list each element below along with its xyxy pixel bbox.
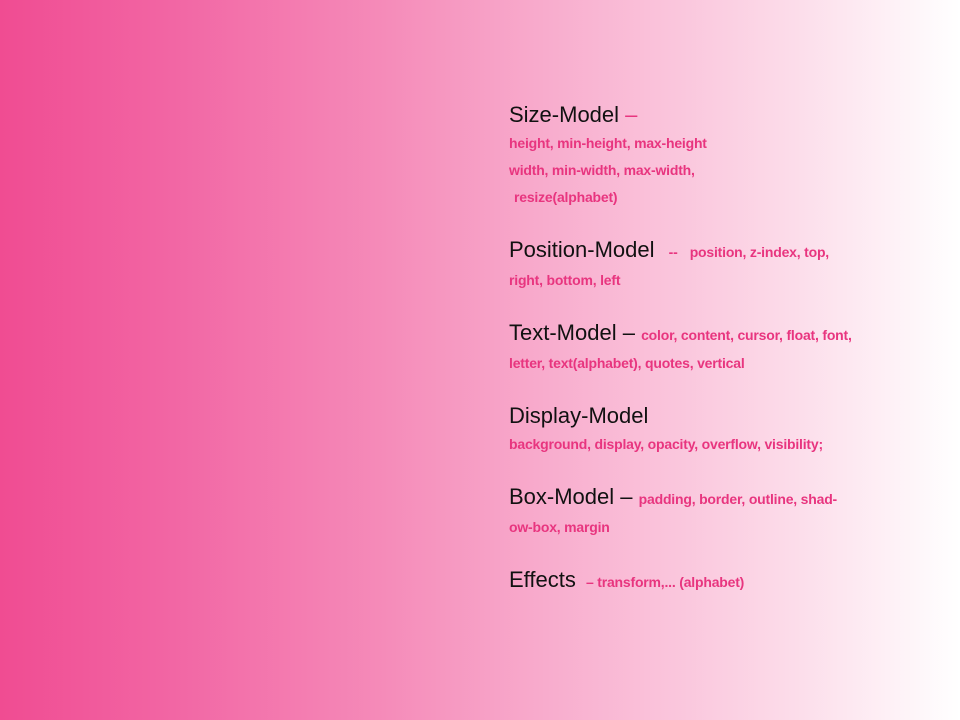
section-title: Size-Model [509,102,620,127]
section-line: background, display, opacity, overflow, … [509,436,823,452]
section-title: Box-Model [509,484,615,509]
section-effects: Effects – transform,... (alphabet) [509,565,949,597]
section-title: Position-Model [509,237,655,262]
section-size-model: Size-Model – height, min-height, max-hei… [509,100,949,211]
css-models-list: Size-Model – height, min-height, max-hei… [509,100,949,597]
section-dash: – [622,320,635,345]
section-box-model: Box-Model – padding, border, outline, sh… [509,482,949,541]
section-title: Effects [509,567,576,592]
section-display-model: Display-Model background, display, opaci… [509,401,949,458]
section-dash: – [625,102,638,127]
section-line: height, min-height, max-height [509,135,707,151]
section-inline-text: position, z-index, top, [689,244,829,260]
section-title: Display-Model [509,403,649,428]
section-inline-text: padding, border, outline, shad- [638,491,838,507]
section-line: letter, text(alphabet), quotes, vertical [509,355,745,371]
section-title: Text-Model [509,320,617,345]
section-position-model: Position-Model -- position, z-index, top… [509,235,949,294]
section-inline-text: – transform,... (alphabet) [585,574,745,590]
section-dash: – [620,484,633,509]
section-dash: -- [668,244,678,260]
section-line: right, bottom, left [509,272,621,288]
section-line: ow-box, margin [509,519,610,535]
section-line: resize(alphabet) [514,189,618,205]
section-text-model: Text-Model – color, content, cursor, flo… [509,318,949,377]
section-line: width, min-width, max-width, [509,162,695,178]
section-inline-text: color, content, cursor, float, font, [641,327,852,343]
